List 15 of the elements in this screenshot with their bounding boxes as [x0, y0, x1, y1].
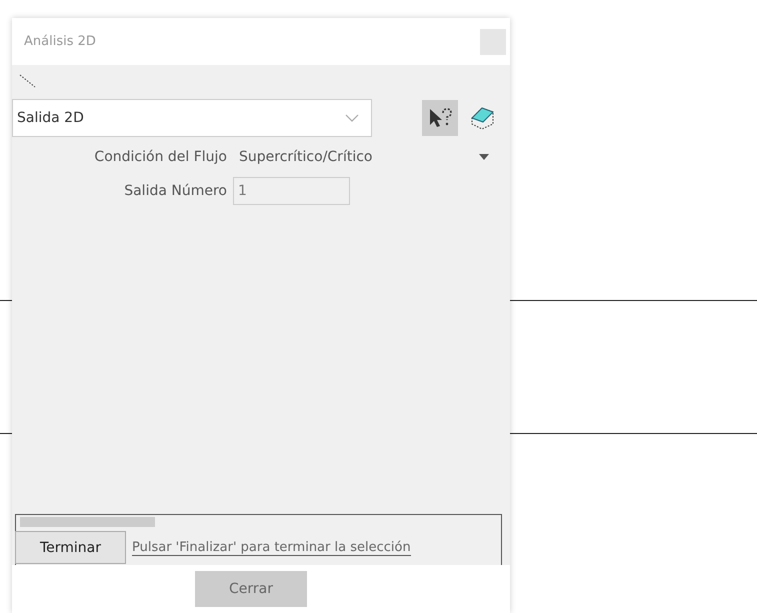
- finish-button[interactable]: Terminar: [15, 531, 126, 564]
- output-dropdown[interactable]: Salida 2D: [12, 99, 372, 137]
- field-label: Salida Número: [123, 183, 228, 199]
- line-icon[interactable]: [18, 73, 38, 89]
- scrollbar-thumb[interactable]: [20, 517, 155, 527]
- number-input-field[interactable]: 1: [233, 177, 350, 205]
- chevron-icon: [345, 114, 359, 122]
- prompt-message: Pulsar 'Finalizar' para terminar la selección: [132, 540, 411, 556]
- window-title: Análisis 2D: [24, 34, 96, 49]
- pick-tool-button[interactable]: [422, 100, 458, 136]
- field-label: Condición del Flujo: [93, 149, 228, 165]
- close-dialog-button[interactable]: Cerrar: [195, 571, 307, 607]
- caret-icon: [479, 154, 489, 160]
- flow-condition-dropdown[interactable]: Supercrítico/Crítico: [233, 149, 489, 165]
- cursor-question-icon: [427, 107, 453, 129]
